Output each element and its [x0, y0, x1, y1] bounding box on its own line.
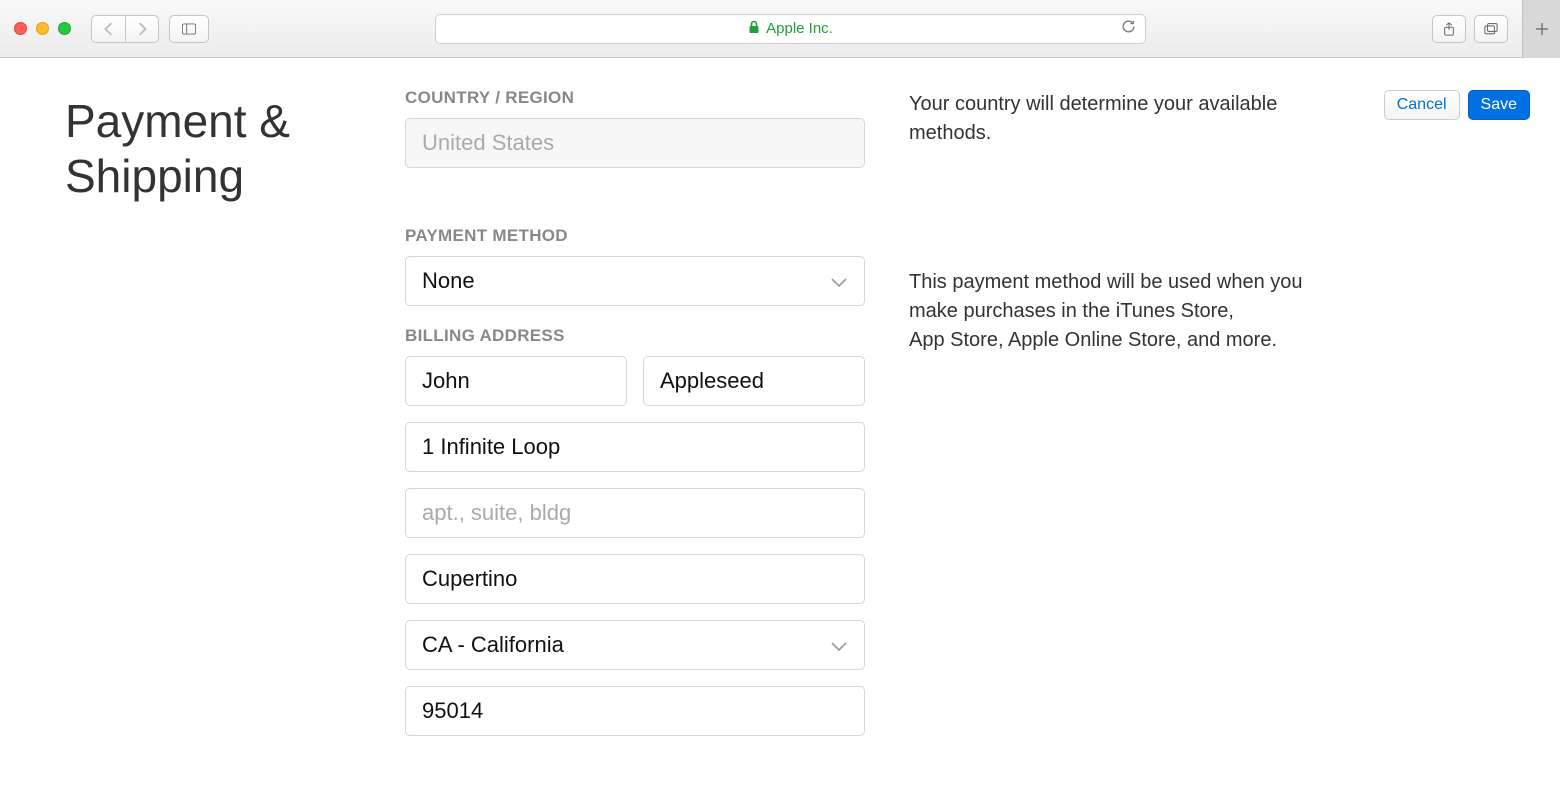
- toolbar-right-group: [1432, 15, 1508, 43]
- help-column: Your country will determine your availab…: [909, 90, 1329, 355]
- share-button[interactable]: [1432, 15, 1466, 43]
- form-column: COUNTRY / REGION United States PAYMENT M…: [405, 88, 865, 800]
- action-buttons: Cancel Save: [1384, 90, 1530, 120]
- payment-help-text: This payment method will be used when yo…: [909, 268, 1329, 355]
- city-field[interactable]: Cupertino: [405, 554, 865, 604]
- chevron-down-icon: [830, 632, 848, 658]
- tabs-overview-button[interactable]: [1474, 15, 1508, 43]
- close-window-button[interactable]: [14, 22, 27, 35]
- payment-section-label: PAYMENT METHOD: [405, 226, 865, 246]
- state-select[interactable]: CA - California: [405, 620, 865, 670]
- fullscreen-window-button[interactable]: [58, 22, 71, 35]
- address-bar[interactable]: Apple Inc.: [435, 14, 1146, 44]
- street-address-2-field[interactable]: apt., suite, bldg: [405, 488, 865, 538]
- country-section-label: COUNTRY / REGION: [405, 88, 865, 108]
- page-content: Payment & Shipping COUNTRY / REGION Unit…: [0, 58, 1560, 800]
- window-traffic-lights: [14, 22, 71, 35]
- reload-button[interactable]: [1120, 18, 1137, 40]
- page-title: Payment & Shipping: [65, 94, 405, 204]
- browser-toolbar: Apple Inc.: [0, 0, 1560, 58]
- zip-field[interactable]: 95014: [405, 686, 865, 736]
- payment-method-select[interactable]: None: [405, 256, 865, 306]
- lock-icon: [748, 20, 760, 38]
- street-address-field[interactable]: 1 Infinite Loop: [405, 422, 865, 472]
- new-tab-button[interactable]: [1522, 0, 1560, 58]
- right-column: Your country will determine your availab…: [865, 88, 1530, 800]
- chevron-down-icon: [830, 268, 848, 294]
- site-label: Apple Inc.: [766, 20, 833, 37]
- forward-button[interactable]: [125, 15, 159, 43]
- nav-back-forward-group: [91, 15, 159, 43]
- first-name-field[interactable]: John: [405, 356, 627, 406]
- billing-section-label: BILLING ADDRESS: [405, 326, 865, 346]
- country-help-text: Your country will determine your availab…: [909, 90, 1329, 148]
- minimize-window-button[interactable]: [36, 22, 49, 35]
- payment-method-value: None: [422, 268, 475, 294]
- cancel-button[interactable]: Cancel: [1384, 90, 1460, 120]
- country-value: United States: [422, 130, 554, 156]
- sidebar-toggle-button[interactable]: [169, 15, 209, 43]
- save-button[interactable]: Save: [1468, 90, 1530, 120]
- country-field: United States: [405, 118, 865, 168]
- site-identity: Apple Inc.: [748, 20, 833, 38]
- back-button[interactable]: [91, 15, 125, 43]
- left-column: Payment & Shipping: [30, 88, 405, 800]
- last-name-field[interactable]: Appleseed: [643, 356, 865, 406]
